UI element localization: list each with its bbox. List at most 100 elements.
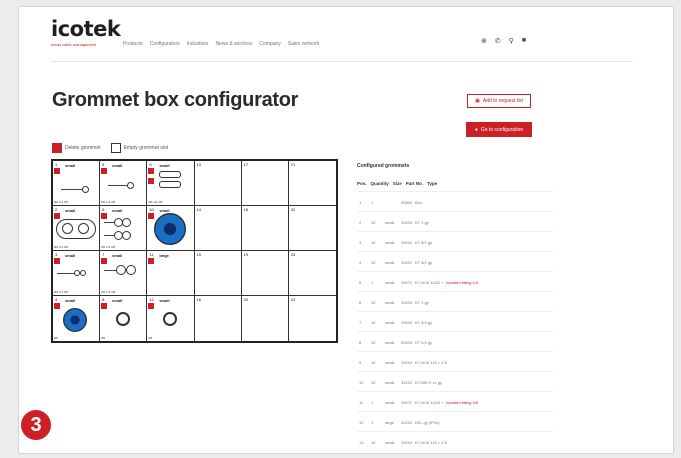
grid-slot[interactable]: 21 [288, 161, 336, 206]
slot-diameters: Ø6 1/4 3/8 [101, 245, 116, 249]
delete-grommet-icon[interactable] [148, 213, 155, 219]
grid-slot[interactable]: 9 small Ø6 1/4 3/8 [147, 161, 195, 206]
slot-position: 10 [149, 207, 154, 212]
delete-grommet-icon[interactable] [54, 303, 60, 309]
grid-slot[interactable]: 8 small Ø6 [100, 296, 148, 341]
nav-products[interactable]: Products [123, 41, 143, 47]
nav-configurators[interactable]: Configurators [150, 41, 180, 47]
delete-grommet-icon[interactable] [101, 303, 108, 309]
grid-slot[interactable]: 13 [194, 161, 242, 206]
nav-company[interactable]: Company [259, 41, 280, 47]
slot-size: small [65, 253, 76, 258]
grid-slot[interactable]: 1 small Ø6 1/4 3/8 [53, 161, 101, 206]
slot-position: 6 [102, 207, 105, 212]
globe-icon[interactable]: ⊕ [481, 37, 487, 45]
delete-grommet-icon[interactable] [101, 213, 108, 219]
add-request-label: Add to request list [482, 98, 523, 104]
table-row: 9 10 small 33015 KT-M-M 115 = 1.5 [357, 351, 553, 371]
hole-icon [80, 270, 86, 276]
grid-slot[interactable]: 7 small Ø6 1/4 3/8 [100, 251, 148, 296]
table-row: 6 10 small 33034 KT 2 gy [357, 291, 553, 311]
cable-line [57, 273, 75, 274]
slot-position: 3 [55, 252, 58, 257]
grid-slot[interactable]: 2 small Ø6 1/4 3/8 [53, 206, 101, 251]
delete-grommet-icon[interactable] [101, 258, 108, 264]
grid-slot[interactable]: 11 large [147, 251, 195, 296]
grid-slot[interactable]: 14 [194, 206, 242, 251]
slot-position: 20 [243, 297, 249, 302]
slot-position: 16 [196, 297, 201, 302]
grid-slot[interactable]: 12 small Ø6 [147, 296, 195, 341]
configured-table-body: 1 1 00000 Box 2 10 small 33034 KT 2 gy 3 10 small… [357, 191, 553, 451]
slot-diameters: Ø6 1/4 3/8 [148, 200, 163, 204]
phone-icon[interactable]: ✆ [495, 37, 501, 45]
grid-slot[interactable]: 23 [288, 251, 336, 296]
delete-grommet-icon[interactable] [54, 168, 60, 174]
grid-slot[interactable]: 18 [241, 206, 289, 251]
slot-diameters: Ø6 1/4 3/8 [101, 200, 116, 204]
delete-grommet-icon[interactable] [148, 178, 155, 184]
logo-tagline: smart cable management [51, 42, 97, 47]
delete-grommet-icon[interactable] [148, 168, 155, 174]
slot-size: small [159, 298, 170, 303]
grid-slot[interactable]: 19 [241, 251, 289, 296]
grid-slot[interactable]: 20 [241, 296, 289, 341]
slot-position: 1 [55, 162, 58, 167]
slot-position: 15 [196, 252, 201, 257]
grid-slot[interactable]: 16 [194, 296, 242, 341]
add-to-request-button[interactable]: ▣ Add to request list [467, 94, 531, 108]
delete-grommet-icon[interactable] [101, 168, 108, 174]
slot-position: 5 [102, 162, 105, 167]
search-icon[interactable]: ⚲ [509, 37, 514, 45]
slot-size: small [112, 208, 123, 213]
table-row: 11 1 small 33072 KT-M-M 115/4 + Included fitt… [357, 391, 553, 411]
go-to-configuration-button[interactable]: ● Go to configuration [466, 122, 532, 137]
icotek-logo[interactable]: icotek [51, 17, 121, 41]
grid-slot[interactable]: 3 small Ø6 1/4 3/8 [53, 251, 101, 296]
grid-slot[interactable]: 5 small Ø6 1/4 3/8 [100, 161, 148, 206]
header-divider [51, 61, 633, 62]
table-row: 8 10 small 33006 KT 2/4 gy [357, 331, 553, 351]
cable-line [108, 185, 129, 186]
cart-icon[interactable]: ■ [522, 37, 526, 45]
slot-hole-icon [159, 181, 182, 188]
delete-grommet-icon[interactable] [54, 258, 60, 264]
grid-slot[interactable]: 24 [288, 296, 336, 341]
table-row: 13 10 small 33015 KT-M-M 115 = 1.5 [357, 431, 553, 451]
grommet-icon [63, 308, 87, 332]
slot-position: 2 [55, 207, 58, 212]
nav-sales-network[interactable]: Sales network [288, 41, 319, 47]
nav-news-services[interactable]: News & services [215, 41, 252, 47]
nav-industries[interactable]: Industries [187, 41, 209, 47]
col-quantity: Quantity [370, 181, 389, 186]
grid-slot[interactable]: 22 [288, 206, 336, 251]
empty-label: Empty grommet slot [123, 145, 169, 151]
hole-icon [163, 312, 178, 326]
col-part-no: Part No. [405, 181, 424, 186]
slot-position: 8 [102, 297, 105, 302]
cart-icon: ▣ [475, 98, 480, 104]
delete-grommet-icon[interactable] [148, 258, 155, 264]
slot-hole-icon [159, 171, 182, 178]
delete-grommet-icon[interactable] [148, 303, 155, 309]
hole-icon [116, 265, 127, 275]
grid-slot[interactable]: 6 small Ø6 1/4 3/8 [100, 206, 148, 251]
delete-swatch [52, 143, 62, 153]
hole-icon [116, 312, 131, 326]
grid-slot[interactable]: 15 [194, 251, 242, 296]
table-row: 7 10 small 33009 KT 4/4 gy [357, 311, 553, 331]
slot-diameters: Ø6 1/4 3/8 [54, 290, 69, 294]
slot-size: small [65, 208, 76, 213]
cable-line [61, 189, 83, 190]
slot-diameters: Ø6 [148, 336, 153, 340]
main-nav: Products Configurators Industries News &… [123, 41, 319, 47]
slot-diameters: Ø6 1/4 3/8 [54, 245, 69, 249]
slot-position: 7 [102, 252, 105, 257]
grid-slot[interactable]: 10 small [147, 206, 195, 251]
delete-grommet-icon[interactable] [54, 213, 60, 219]
hole-icon [126, 265, 137, 275]
hole-icon [62, 223, 73, 234]
grid-slot[interactable]: 17 [241, 161, 289, 206]
grid-slot[interactable]: 4 small Ø6 [53, 296, 101, 341]
page-title: Grommet box configurator [52, 89, 299, 111]
